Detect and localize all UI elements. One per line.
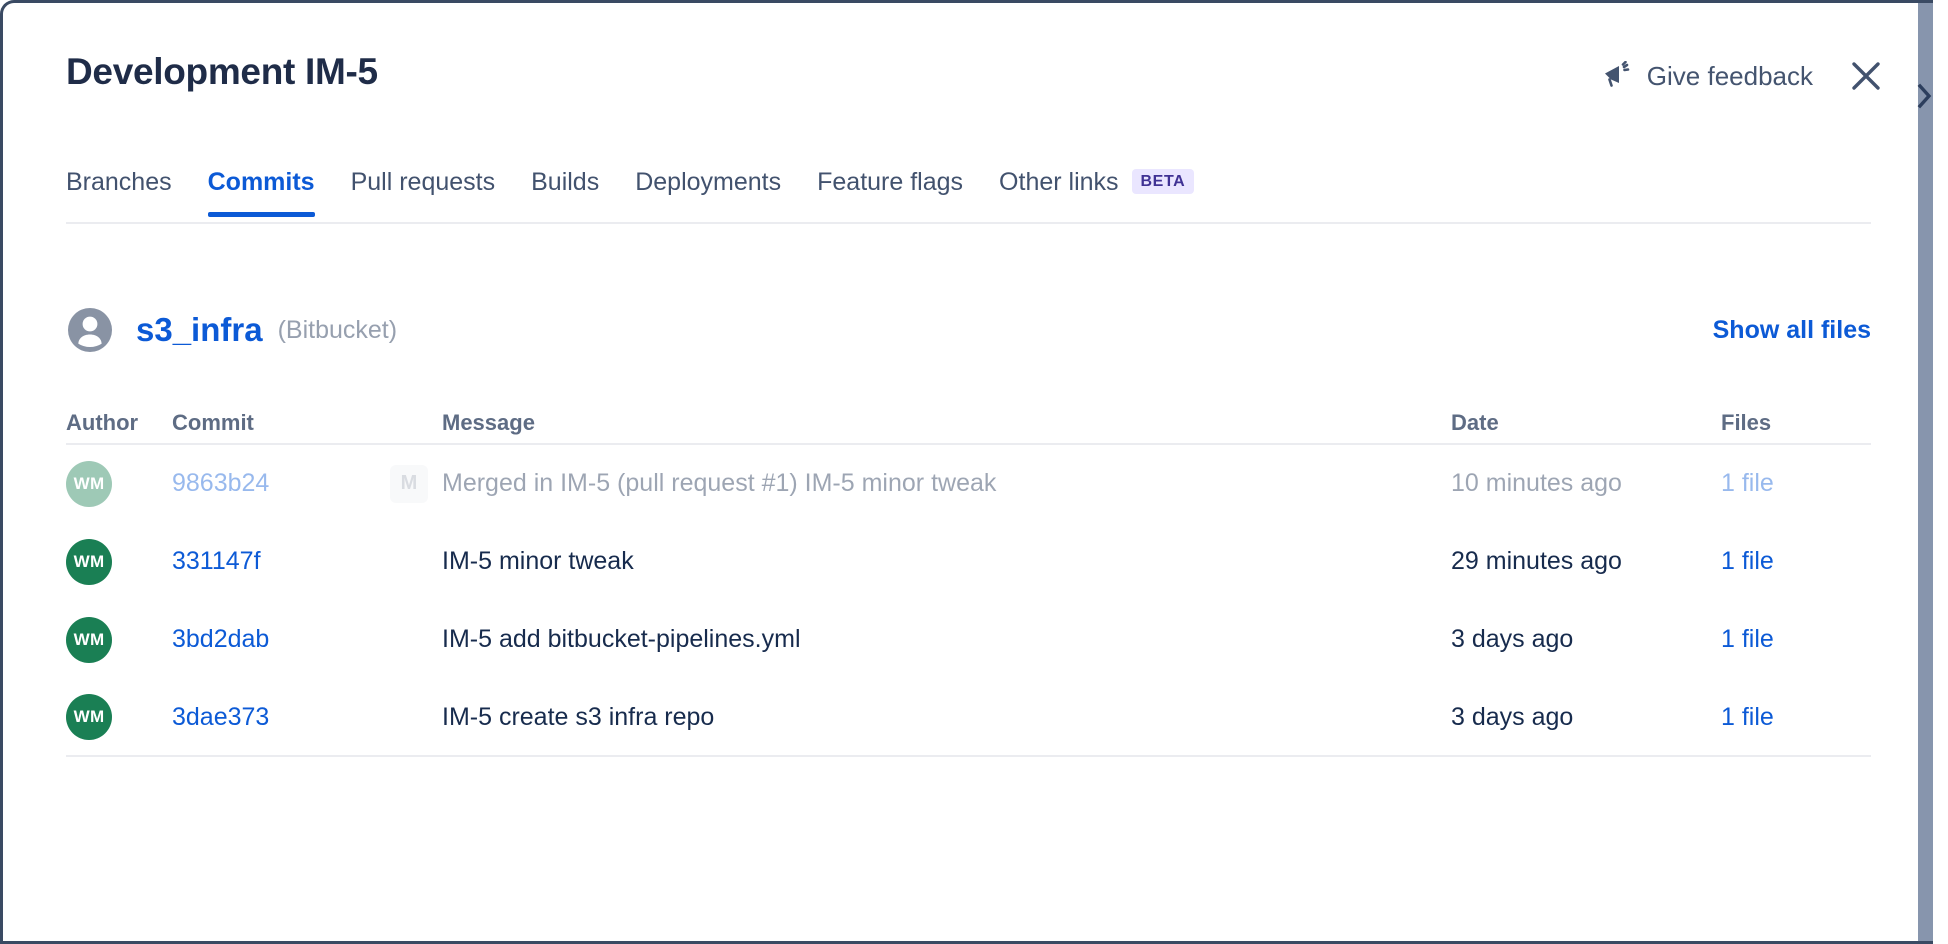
commits-table: Author Commit Message Date Files WM 9863… [66, 403, 1871, 757]
column-header-date: Date [1451, 410, 1721, 436]
tab-deployments-label: Deployments [635, 168, 781, 196]
files-count-link[interactable]: 1 file [1721, 625, 1774, 653]
tab-commits-label: Commits [208, 168, 315, 196]
tab-builds[interactable]: Builds [531, 168, 599, 215]
commit-message: IM-5 add bitbucket-pipelines.yml [442, 625, 801, 653]
tab-bar: Branches Commits Pull requests Builds De… [66, 168, 1871, 224]
table-row[interactable]: WM 3dae373 IM-5 create s3 infra repo 3 d… [66, 679, 1871, 757]
megaphone-icon [1601, 61, 1633, 92]
tab-feature-flags[interactable]: Feature flags [817, 168, 963, 215]
tab-branches-label: Branches [66, 168, 172, 196]
repository-header: s3_infra (Bitbucket) Show all files [66, 303, 1871, 357]
merge-badge: M [390, 465, 428, 503]
give-feedback-label: Give feedback [1647, 61, 1813, 92]
tab-pull-requests-label: Pull requests [351, 168, 496, 196]
table-row[interactable]: WM 9863b24 M Merged in IM-5 (pull reques… [66, 445, 1871, 523]
avatar: WM [66, 617, 112, 663]
avatar: WM [66, 539, 112, 585]
files-count-link[interactable]: 1 file [1721, 703, 1774, 731]
commit-hash-link[interactable]: 3bd2dab [172, 625, 269, 653]
chevron-right-icon[interactable] [1916, 81, 1933, 111]
column-header-message: Message [442, 410, 1451, 436]
give-feedback-button[interactable]: Give feedback [1601, 61, 1813, 92]
tab-pull-requests[interactable]: Pull requests [351, 168, 496, 215]
commit-hash-link[interactable]: 3dae373 [172, 703, 269, 731]
tab-other-links[interactable]: Other links BETA [999, 168, 1194, 215]
avatar: WM [66, 461, 112, 507]
tab-other-links-label: Other links [999, 168, 1118, 196]
commit-message: IM-5 minor tweak [442, 547, 634, 575]
commit-author-avatar: WM [66, 461, 172, 507]
column-header-commit: Commit [172, 410, 390, 436]
close-icon[interactable] [1847, 57, 1885, 95]
table-row[interactable]: WM 3bd2dab IM-5 add bitbucket-pipelines.… [66, 601, 1871, 679]
repository-provider: (Bitbucket) [278, 316, 397, 345]
commit-hash-link[interactable]: 9863b24 [172, 469, 269, 497]
column-header-files: Files [1721, 410, 1871, 436]
tab-feature-flags-label: Feature flags [817, 168, 963, 196]
avatar: WM [66, 694, 112, 740]
repository-name-link[interactable]: s3_infra [136, 311, 263, 349]
beta-badge: BETA [1132, 169, 1195, 194]
show-all-files-link[interactable]: Show all files [1713, 316, 1871, 345]
commit-author-avatar: WM [66, 617, 172, 663]
header-actions: Give feedback [1601, 57, 1885, 95]
development-panel: Development IM-5 Give feedback [0, 0, 1933, 944]
panel-header: Development IM-5 Give feedback [3, 3, 1933, 123]
person-avatar-icon [66, 306, 114, 354]
tab-builds-label: Builds [531, 168, 599, 196]
panel-resize-handle[interactable] [1918, 3, 1933, 944]
commit-author-avatar: WM [66, 539, 172, 585]
files-count-link[interactable]: 1 file [1721, 469, 1774, 497]
commit-message: IM-5 create s3 infra repo [442, 703, 714, 731]
commit-date: 3 days ago [1451, 703, 1573, 731]
files-count-link[interactable]: 1 file [1721, 547, 1774, 575]
table-row[interactable]: WM 331147f IM-5 minor tweak 29 minutes a… [66, 523, 1871, 601]
tab-branches[interactable]: Branches [66, 168, 172, 215]
commit-message: Merged in IM-5 (pull request #1) IM-5 mi… [442, 469, 996, 497]
commit-date: 3 days ago [1451, 625, 1573, 653]
column-header-author: Author [66, 410, 172, 436]
commit-date: 10 minutes ago [1451, 469, 1622, 497]
tab-deployments[interactable]: Deployments [635, 168, 781, 215]
commit-hash-link[interactable]: 331147f [172, 547, 261, 575]
tab-commits[interactable]: Commits [208, 168, 315, 215]
page-title: Development IM-5 [66, 51, 378, 93]
commit-date: 29 minutes ago [1451, 547, 1622, 575]
commit-author-avatar: WM [66, 694, 172, 740]
table-header-row: Author Commit Message Date Files [66, 403, 1871, 445]
